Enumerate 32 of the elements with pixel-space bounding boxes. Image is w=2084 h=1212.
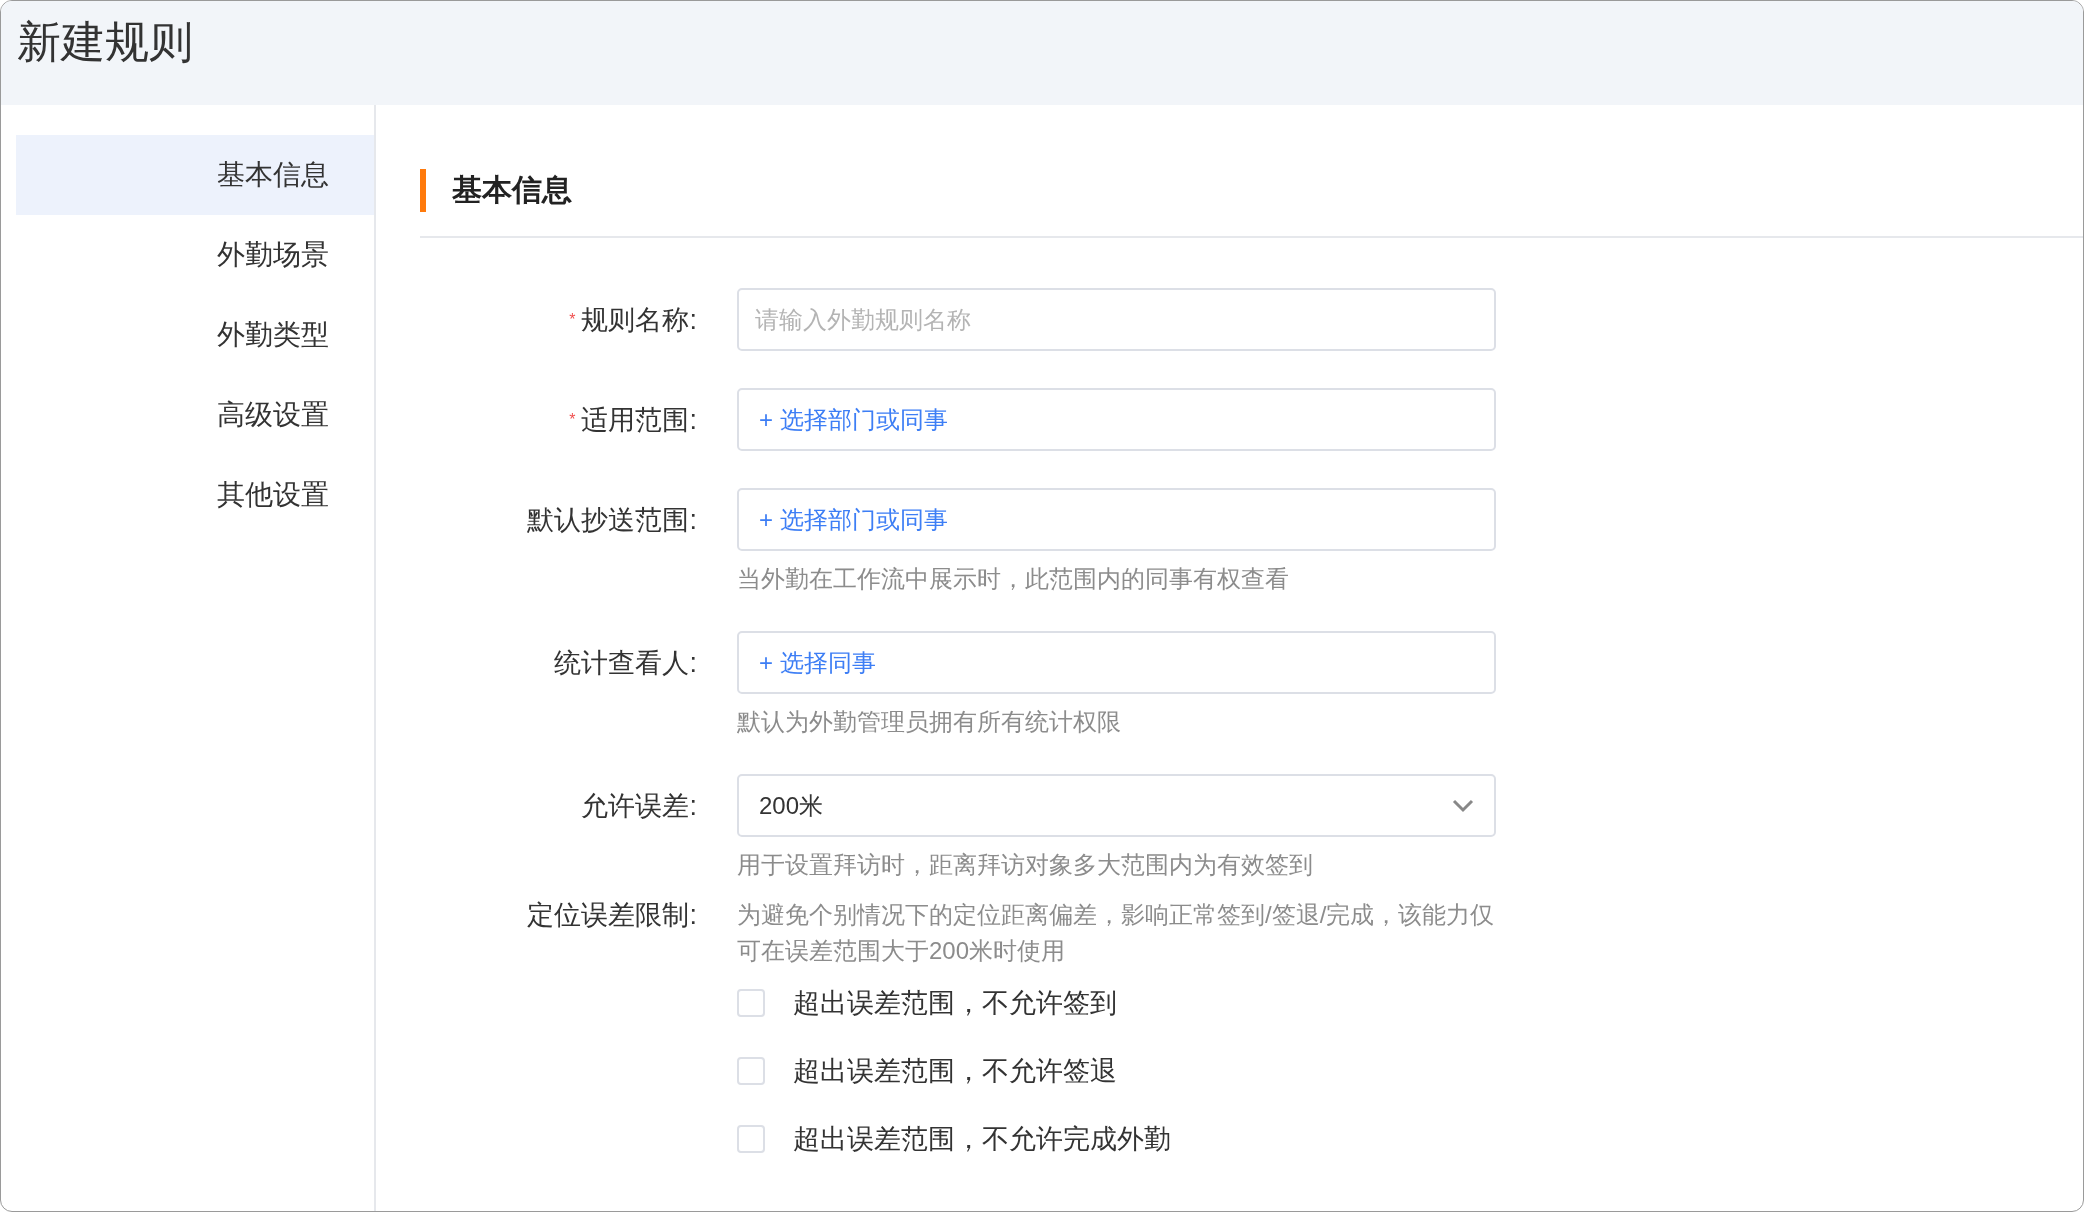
checkbox[interactable]	[737, 1125, 765, 1153]
field-label: 允许误差:	[581, 789, 697, 823]
sidebar-item[interactable]: 高级设置	[16, 375, 374, 455]
sidebar-item[interactable]: 基本信息	[16, 135, 374, 215]
hint-text: 默认为外勤管理员拥有所有统计权限	[737, 707, 1122, 737]
field-label: 默认抄送范围:	[527, 503, 697, 537]
rule-name-field[interactable]: 请输入外勤规则名称	[737, 288, 1496, 351]
description-text: 为避免个别情况下的定位距离偏差，影响正常签到/签退/完成，该能力仅可在误差范围大于200米时使用	[737, 900, 1496, 966]
required-asterisk: *	[569, 410, 576, 429]
checkbox[interactable]	[737, 1057, 765, 1085]
picker-field[interactable]: + 选择部门或同事	[737, 388, 1496, 451]
sidebar-item[interactable]: 外勤类型	[16, 295, 374, 375]
checkbox[interactable]	[737, 989, 765, 1017]
sidebar-item[interactable]: 其他设置	[16, 455, 374, 535]
field-label: 适用范围:	[581, 403, 697, 437]
section-accent-bar	[420, 169, 426, 212]
window-title: 新建规则	[17, 15, 193, 68]
field-label: 定位误差限制:	[527, 899, 697, 932]
section-title: 基本信息	[452, 172, 572, 208]
field-label: 规则名称:	[581, 303, 697, 337]
required-asterisk: *	[569, 310, 576, 329]
select-field[interactable]: 200米	[737, 774, 1496, 837]
sidebar-item[interactable]: 外勤场景	[16, 215, 374, 295]
picker-field[interactable]: + 选择同事	[737, 631, 1496, 694]
checkbox-label: 超出误差范围，不允许签到	[793, 987, 1117, 1020]
checkbox-label: 超出误差范围，不允许签退	[793, 1055, 1117, 1088]
field-label: 统计查看人:	[554, 646, 697, 680]
hint-text: 当外勤在工作流中展示时，此范围内的同事有权查看	[737, 564, 1290, 594]
chevron-down-icon	[1452, 798, 1474, 813]
picker-field[interactable]: + 选择部门或同事	[737, 488, 1496, 551]
hint-text: 用于设置拜访时，距离拜访对象多大范围内为有效签到	[737, 850, 1314, 880]
checkbox-label: 超出误差范围，不允许完成外勤	[793, 1123, 1171, 1156]
